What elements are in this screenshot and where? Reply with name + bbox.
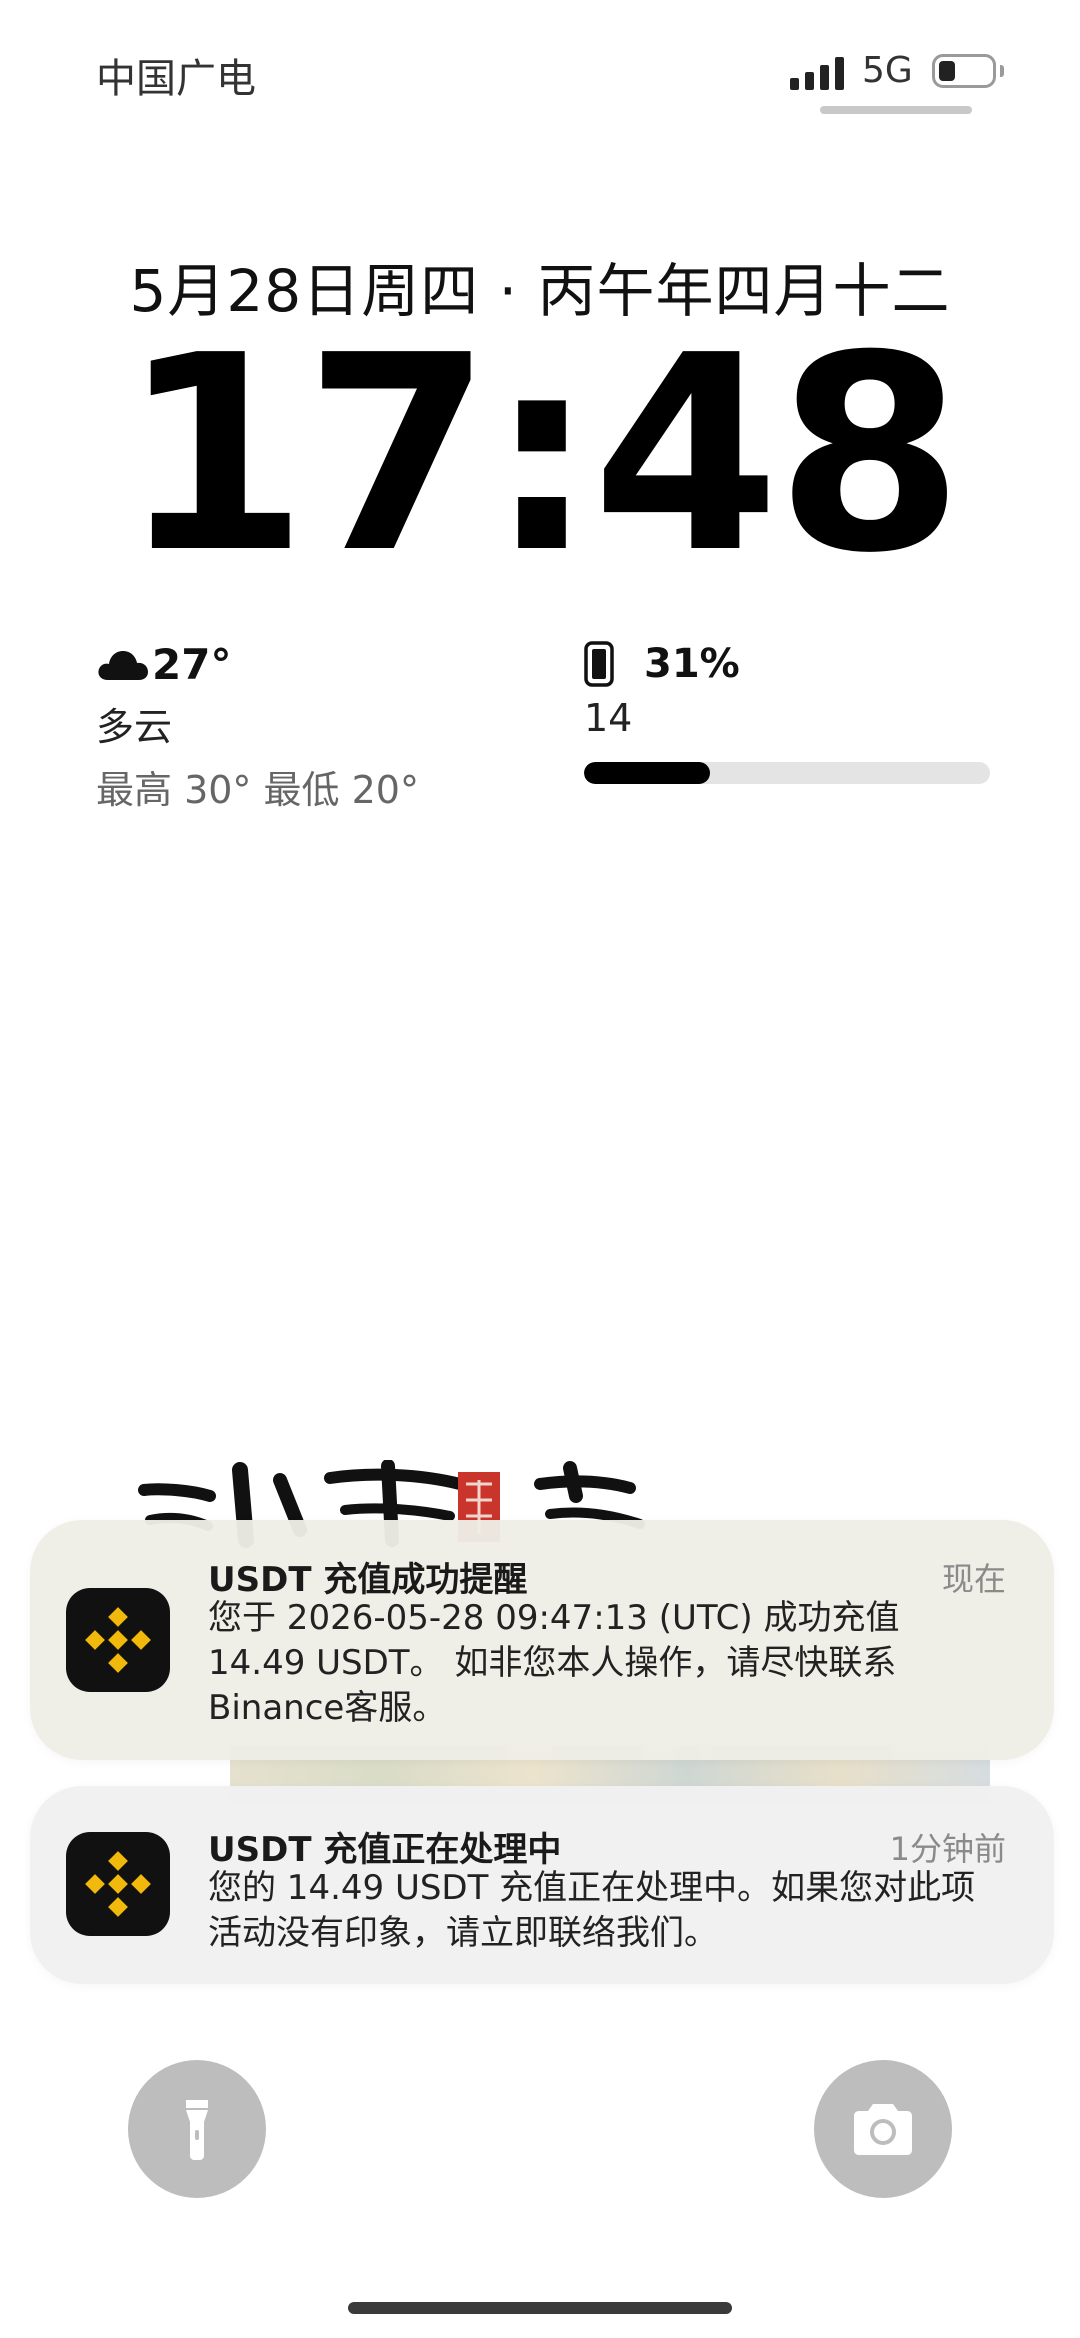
battery-label: 14 — [584, 696, 633, 740]
camera-icon — [854, 2104, 912, 2155]
battery-level-fill — [584, 762, 710, 784]
weather-condition: 多云 — [96, 705, 173, 749]
weather-high-low: 最高 30° 最低 20° — [96, 768, 419, 812]
home-indicator[interactable] — [348, 2302, 732, 2314]
signal-strength-icon — [790, 56, 846, 90]
flashlight-icon — [186, 2100, 208, 2160]
cloud-icon — [98, 651, 148, 680]
notification-time: 现在 — [941, 1560, 1006, 1598]
carrier-name: 中国广电 — [96, 56, 256, 102]
notification-time: 1分钟前 — [889, 1830, 1006, 1868]
notification-title: USDT 充值成功提醒 — [208, 1560, 528, 1600]
status-underline — [820, 106, 972, 114]
weather-widget[interactable]: 27° 多云 最高 30° 最低 20° — [96, 636, 516, 814]
notification-body: 您的 14.49 USDT 充值正在处理中。如果您对此项活动没有印象，请立即联络… — [208, 1868, 976, 1953]
notification-title: USDT 充值正在处理中 — [208, 1830, 562, 1870]
notification-body: 您于 2026-05-28 09:47:13 (UTC) 成功充值 14.49 … — [208, 1598, 900, 1728]
battery-icon — [932, 54, 1004, 88]
notification-card[interactable]: USDT 充值成功提醒 现在 您于 2026-05-28 09:47:13 (U… — [30, 1520, 1054, 1760]
battery-percent: 31% — [644, 641, 740, 687]
binance-icon — [66, 1832, 170, 1936]
phone-icon — [584, 641, 614, 687]
flashlight-button[interactable] — [128, 2060, 266, 2198]
binance-icon — [66, 1588, 170, 1692]
battery-widget[interactable]: 31% 14 — [584, 636, 990, 784]
camera-button[interactable] — [814, 2060, 952, 2198]
status-bar: 中国广电 5G — [0, 0, 1080, 140]
notification-card[interactable]: USDT 充值正在处理中 1分钟前 您的 14.49 USDT 充值正在处理中。… — [30, 1786, 1054, 1984]
battery-level-bar — [584, 762, 990, 784]
network-type: 5G — [862, 50, 913, 91]
lock-clock: 17:48 — [120, 297, 963, 612]
weather-temperature: 27° — [152, 639, 232, 689]
